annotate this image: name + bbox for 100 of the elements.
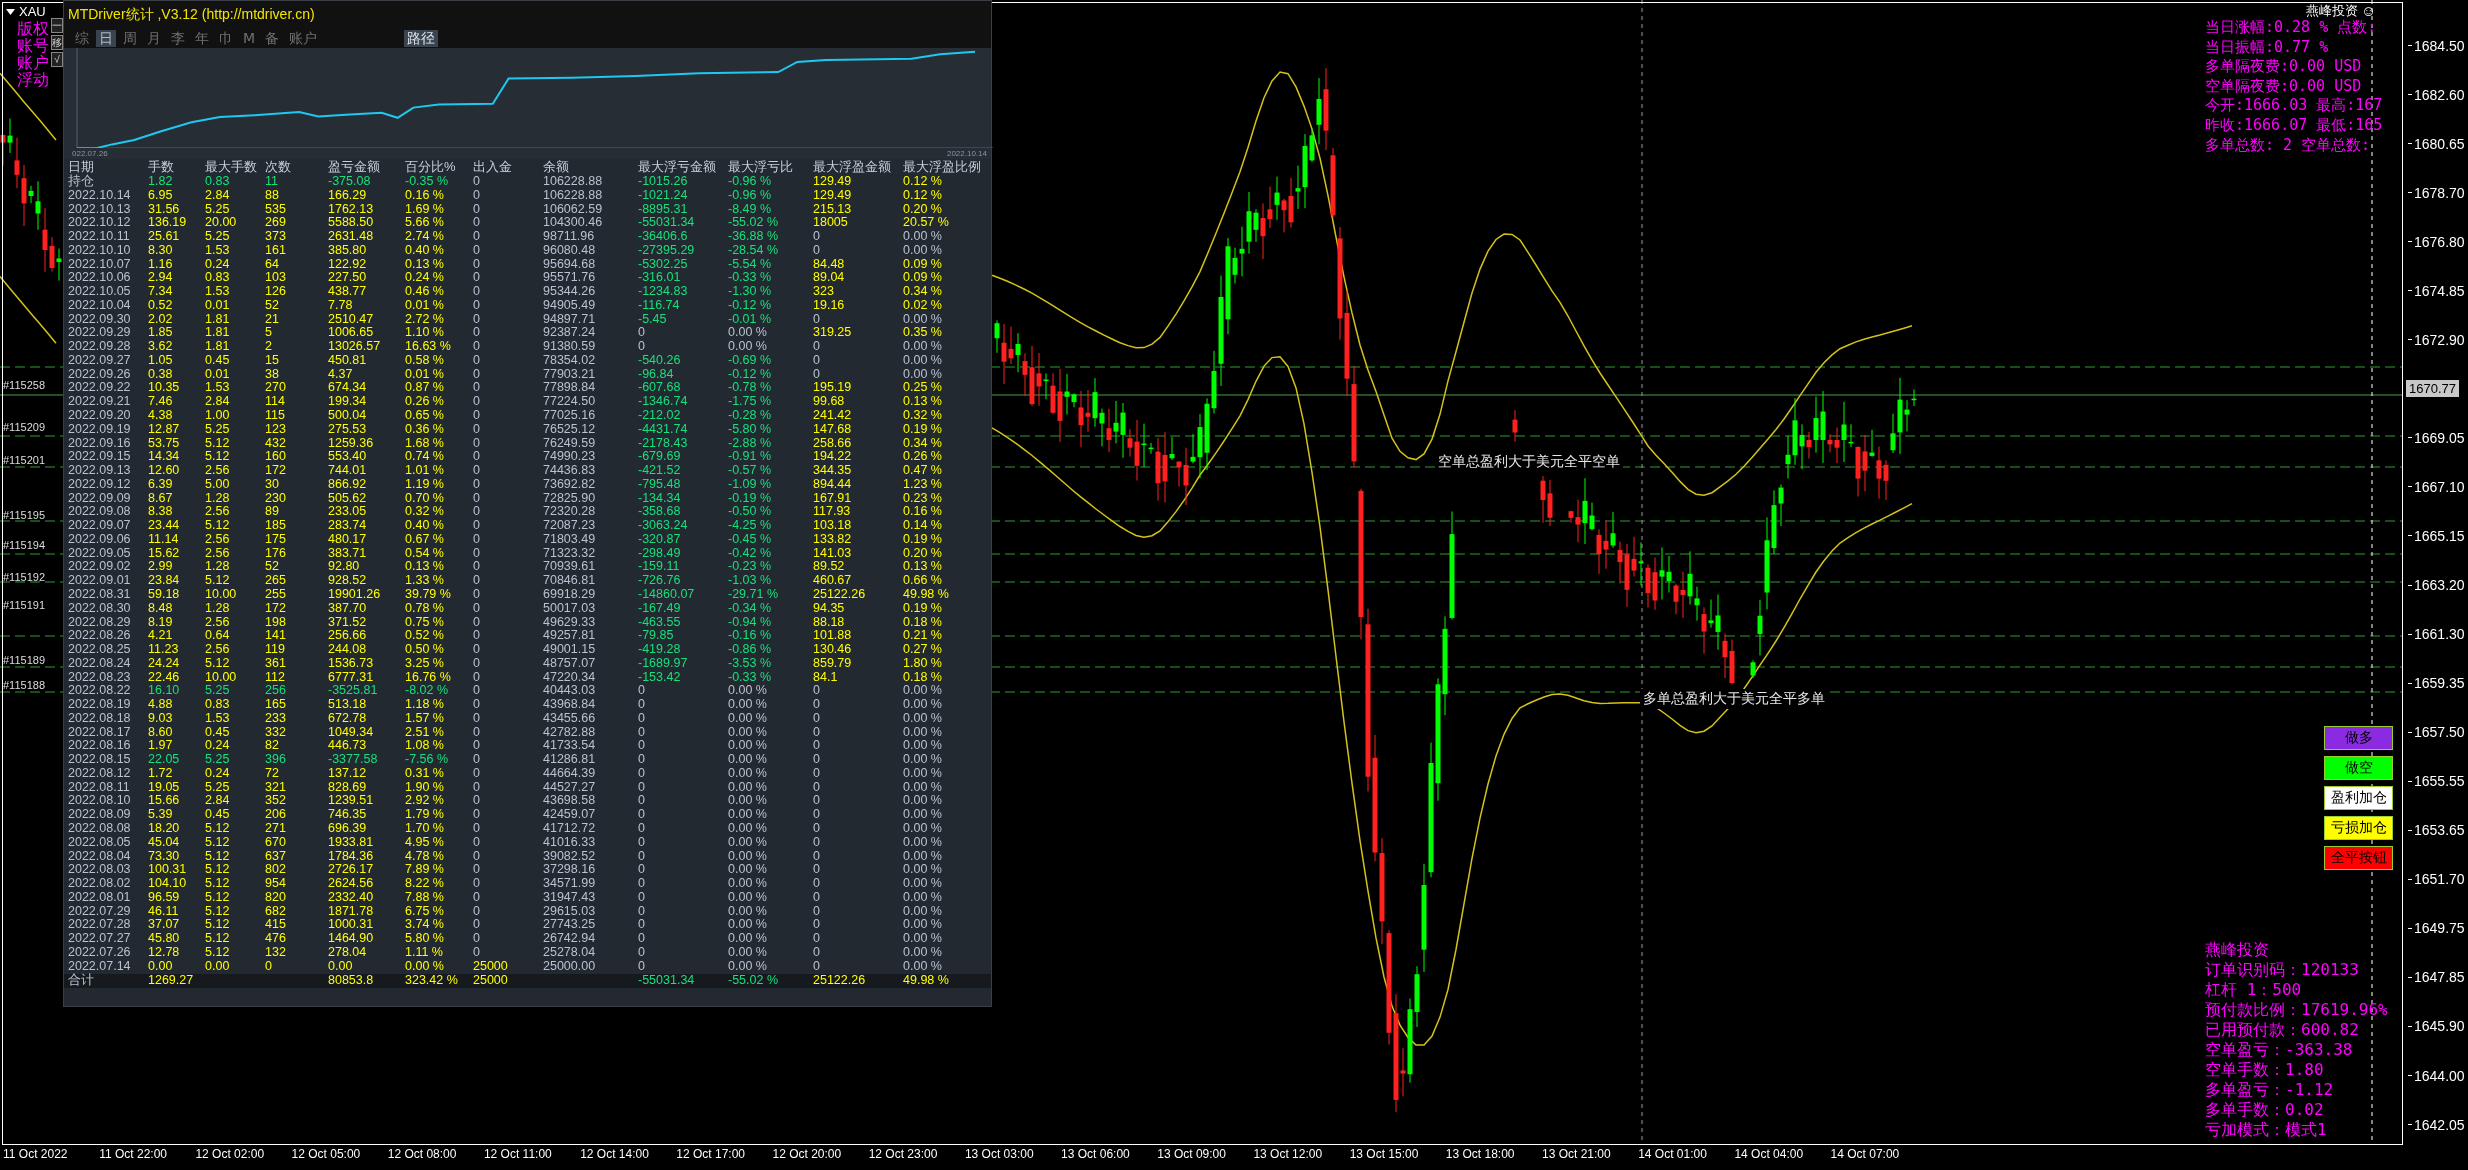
period-tab[interactable]: 月: [144, 30, 164, 47]
table-cell-text: 12.78: [148, 945, 181, 960]
side-button[interactable]: √: [51, 52, 63, 67]
table-cell-text: 0.65 %: [405, 409, 445, 423]
table-cell-text: 1.81: [205, 340, 231, 354]
table-cell-text: 7.34: [148, 285, 174, 299]
table-cell-text: 1.81: [205, 312, 231, 327]
period-tab[interactable]: 账户: [286, 30, 321, 47]
table-cell-text: 0.45: [205, 725, 231, 740]
trade-button[interactable]: 做空: [2324, 756, 2393, 780]
table-cell-text: -726.76: [638, 574, 682, 588]
period-tab[interactable]: 李: [168, 30, 188, 47]
table-cell-text: 0: [473, 904, 481, 919]
table-cell-text: -28.54 %: [728, 243, 780, 258]
table-cell-text: 2022.10.06: [68, 271, 132, 286]
table-cell-text: 0.75 %: [405, 615, 445, 630]
table-cell-text: 8.38: [148, 505, 174, 520]
table-cell-text: 2.51 %: [405, 725, 445, 740]
period-tab[interactable]: 周: [120, 30, 140, 47]
table-cell-text: 0.00 %: [728, 918, 768, 933]
table-cell-text: 2022.09.15: [68, 450, 132, 465]
table-cell-text: 0: [473, 601, 481, 616]
table-cell-text: 0: [473, 257, 481, 272]
table-cell-text: 866.92: [328, 477, 368, 492]
table-cell-text: 0: [638, 945, 646, 960]
table-cell-text: 0.01: [205, 298, 231, 313]
table-cell-text: 0.00 %: [903, 340, 943, 354]
time-label: 13 Oct 15:00: [1349, 1147, 1419, 1161]
account-line: 杠杆 1：500: [2205, 980, 2303, 1000]
table-cell-text: 2022.09.02: [68, 560, 132, 575]
table-cell-text: 5.25: [205, 684, 231, 699]
info-line: 今开:1666.03 最高:167: [2205, 96, 2383, 116]
table-cell-text: 0.78 %: [405, 601, 445, 616]
table-cell-text: 137.12: [328, 766, 368, 781]
table-cell-text: 37298.16: [543, 863, 597, 878]
table-cell-text: -0.78 %: [728, 381, 773, 396]
trade-button[interactable]: 做多: [2324, 726, 2393, 750]
table-cell-text: 5.12: [205, 945, 231, 960]
table-cell-text: 16.63 %: [405, 340, 452, 354]
table-cell-text: 5.12: [205, 918, 231, 933]
table-cell-text: 0.20 %: [903, 202, 943, 217]
table-cell-text: 1933.81: [328, 835, 375, 850]
period-tab[interactable]: M: [240, 30, 259, 47]
table-cell-text: -0.50 %: [728, 505, 773, 520]
table-cell-text: 165: [265, 698, 287, 712]
table-cell-text: -0.42 %: [728, 546, 773, 561]
period-tab[interactable]: 年: [192, 30, 212, 47]
table-cell-text: 0: [638, 863, 646, 878]
table-cell-text: -0.33 %: [728, 271, 773, 286]
period-tab[interactable]: 巾: [216, 30, 236, 47]
table-cell-text: 0.34 %: [903, 285, 943, 299]
table-cell-text: 283.74: [328, 519, 368, 533]
table-cell-text: 4.88: [148, 698, 174, 712]
table-cell-text: 206: [265, 808, 287, 822]
table-cell-text: 0.09 %: [903, 271, 943, 286]
table-cell-text: -1346.74: [638, 395, 689, 409]
table-cell-text: 0.21 %: [903, 629, 943, 644]
table-cell-text: 5.12: [205, 822, 231, 836]
table-cell-text: 1.81: [205, 326, 231, 341]
table-cell-text: 0.52: [148, 298, 174, 313]
table-cell-text: -1015.26: [638, 175, 689, 189]
trade-button[interactable]: 亏损加仓: [2324, 816, 2393, 840]
table-cell-text: 7.89 %: [405, 863, 445, 878]
dropdown-caret-icon[interactable]: [6, 8, 15, 15]
table-cell-text: -96.84: [638, 367, 675, 382]
window-title: MTDriver统计 ,V3.12 (http://mtdriver.cn): [68, 6, 315, 24]
table-cell-text: 4.78 %: [405, 849, 445, 864]
table-cell-text: 0: [813, 890, 821, 905]
table-cell-text: 0.00 %: [903, 918, 943, 933]
table-cell-text: 76249.59: [543, 436, 597, 451]
table-cell-text: 1000.31: [328, 918, 375, 933]
side-button[interactable]: 移: [51, 35, 63, 50]
table-cell-text: 385.80: [328, 243, 368, 258]
trade-button[interactable]: 全平按钮: [2324, 846, 2393, 870]
table-cell-text: 371.52: [328, 615, 368, 630]
period-tab[interactable]: 日: [96, 30, 116, 47]
table-cell-text: 166.29: [328, 188, 368, 203]
table-cell-text: 5.25: [205, 202, 231, 217]
table-cell-text: 0.09 %: [903, 257, 943, 272]
side-button[interactable]: 一: [51, 18, 63, 33]
table-cell-text: 77224.50: [543, 395, 597, 409]
table-cell-text: 74990.23: [543, 450, 597, 465]
table-cell-text: 0.70 %: [405, 491, 445, 506]
table-cell-text: 2022.09.22: [68, 381, 132, 396]
period-tab[interactable]: 备: [262, 30, 283, 47]
table-cell-text: -116.74: [638, 298, 681, 313]
table-cell-text: 2022.09.19: [68, 422, 132, 437]
period-tab[interactable]: 综: [72, 30, 92, 47]
table-cell-text: 1.82: [148, 175, 174, 189]
table-cell-text: -0.16 %: [728, 629, 773, 644]
path-button[interactable]: 路径: [404, 30, 439, 47]
table-cell-text: 0: [473, 835, 481, 850]
table-cell-text: 1.11 %: [405, 945, 444, 960]
table-cell-text: 0: [473, 202, 481, 217]
table-cell-text: 1.72: [148, 766, 174, 781]
table-cell-text: 0: [638, 959, 646, 974]
trade-button[interactable]: 盈利加仓: [2324, 786, 2393, 810]
table-cell-text: 0: [473, 849, 481, 864]
table-cell-text: 167.91: [813, 491, 853, 506]
table-cell-text: 0.16 %: [405, 188, 445, 203]
